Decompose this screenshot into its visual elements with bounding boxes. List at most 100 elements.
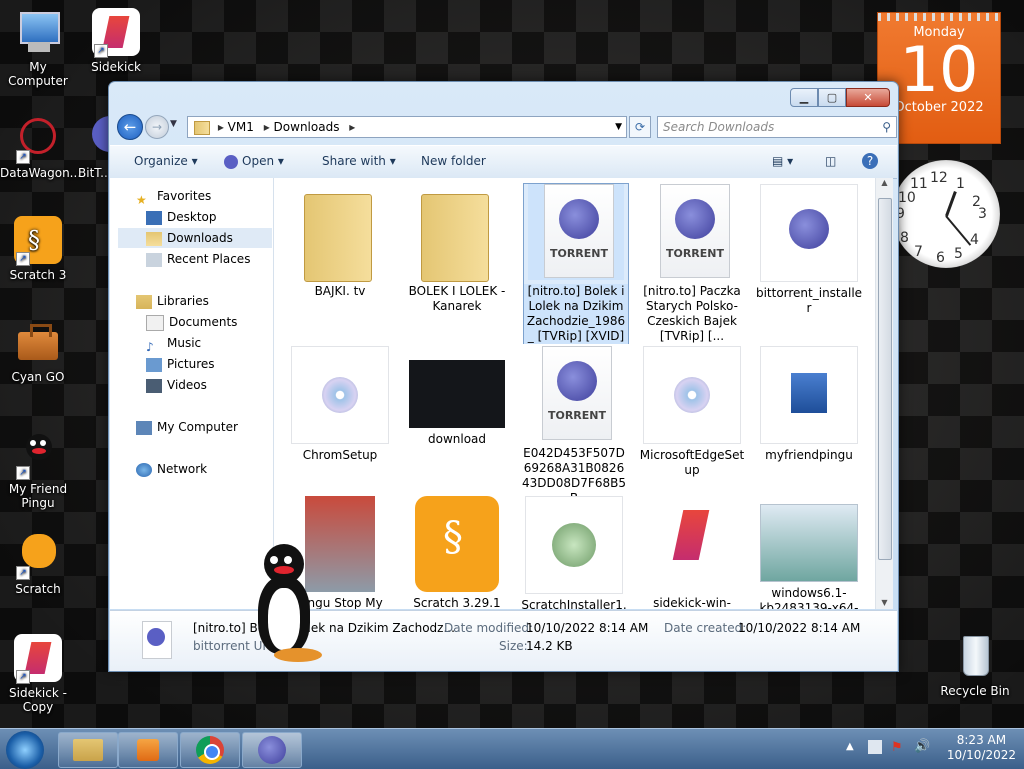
- nav-documents[interactable]: Documents: [146, 312, 237, 332]
- system-clock[interactable]: 8:23 AM 10/10/2022: [947, 733, 1016, 763]
- videos-icon: [146, 378, 162, 393]
- volume-icon[interactable]: 🔊: [914, 739, 930, 754]
- file-item[interactable]: myfriendpingu: [755, 346, 863, 463]
- file-item[interactable]: § Scratch 3.29.1 Setup: [403, 496, 511, 609]
- taskbar-chrome[interactable]: [180, 732, 240, 768]
- desktop-icon-sidekick[interactable]: ↗ Sidekick: [78, 8, 154, 74]
- desktop-icon-recycle-bin[interactable]: Recycle Bin: [937, 632, 1013, 698]
- pictures-icon: [146, 357, 162, 372]
- nav-network[interactable]: Network: [136, 459, 207, 479]
- vertical-scrollbar[interactable]: ▲ ▼: [875, 178, 893, 609]
- nav-videos[interactable]: Videos: [146, 375, 207, 395]
- new-folder-button[interactable]: New folder: [421, 154, 486, 168]
- show-hidden-icons-icon[interactable]: ▲: [846, 741, 854, 752]
- maximize-button[interactable]: ▢: [818, 88, 846, 107]
- navigation-bar: ← → ▼ ▸ VM1 ▸ Downloads ▸ ▼ ⟳ Search Dow…: [117, 114, 897, 140]
- sidekick-icon: ↗: [92, 8, 140, 58]
- explorer-window: ▁ ▢ ✕ ← → ▼ ▸ VM1 ▸ Downloads ▸ ▼ ⟳ Sear…: [108, 81, 899, 672]
- desktop-icon-bittorrent[interactable]: BitT...: [78, 114, 108, 180]
- libraries-icon: [136, 294, 152, 309]
- desktop-icon-cyan-go[interactable]: Cyan GO: [0, 318, 76, 384]
- desktop-icon-scratch-3[interactable]: § ↗ Scratch 3: [0, 216, 76, 282]
- folder-icon: [409, 184, 505, 282]
- nav-recent-places[interactable]: Recent Places: [146, 249, 250, 269]
- star-icon: ★: [136, 192, 147, 207]
- file-item[interactable]: ScratchInstaller1.4: [520, 496, 628, 609]
- search-box[interactable]: Search Downloads ⚲: [657, 116, 897, 138]
- desktop-icon-datawagon[interactable]: ↗ DataWagon...: [0, 114, 81, 180]
- taskbar-explorer[interactable]: [58, 732, 118, 768]
- taskbar-media-player[interactable]: [118, 732, 178, 768]
- scratch-cat-icon: ↗: [14, 530, 62, 580]
- chrome-icon: [196, 736, 224, 764]
- network-icon: [136, 462, 152, 477]
- scroll-thumb[interactable]: [878, 198, 892, 560]
- address-bar[interactable]: ▸ VM1 ▸ Downloads ▸ ▼: [187, 116, 627, 138]
- breadcrumb-vm1[interactable]: VM1: [228, 120, 254, 134]
- computer-icon: [14, 8, 62, 56]
- taskbar-bittorrent[interactable]: [242, 732, 302, 768]
- file-item[interactable]: MicrosoftEdgeSetup: [638, 346, 746, 478]
- file-item[interactable]: sidekick-win-release-x64-104.20.3...: [638, 496, 746, 609]
- file-item[interactable]: TORRENT [nitro.to] Paczka Starych Polsko…: [638, 184, 746, 344]
- sidekick-installer-icon: [644, 496, 740, 592]
- desktop-icon-my-friend-pingu[interactable]: ↗ My Friend Pingu: [0, 430, 76, 510]
- folder-icon: [194, 120, 210, 135]
- organize-button[interactable]: Organize ▾: [134, 154, 198, 168]
- start-button[interactable]: [6, 731, 44, 769]
- setup-program-icon: [760, 346, 858, 444]
- nav-downloads[interactable]: Downloads: [118, 228, 272, 248]
- nav-music[interactable]: ♪ Music: [146, 333, 201, 354]
- clock-numeral: 10: [898, 190, 916, 206]
- desktop-icon-scratch[interactable]: ↗ Scratch: [0, 530, 76, 596]
- open-button[interactable]: Open ▾: [224, 154, 284, 169]
- search-icon[interactable]: ⚲: [882, 117, 891, 137]
- file-item[interactable]: bittorrent_installer: [755, 184, 863, 316]
- help-icon[interactable]: ?: [862, 153, 878, 169]
- desktop-icon: [146, 210, 162, 225]
- desktop-icon-my-computer[interactable]: My Computer: [0, 8, 76, 88]
- address-dropdown-icon[interactable]: ▼: [615, 117, 622, 137]
- file-item-selected[interactable]: TORRENT [nitro.to] Bolek i Lolek na Dzik…: [523, 183, 629, 344]
- nav-libraries[interactable]: Libraries: [136, 291, 209, 311]
- nav-my-computer[interactable]: My Computer: [136, 417, 238, 437]
- file-item[interactable]: windows6.1-kb2483139-x64-ab-bh...: [755, 496, 863, 609]
- details-created-label: Date created:: [664, 621, 747, 635]
- file-item[interactable]: TORRENT E042D453F507D69268A31B082643DD08…: [520, 346, 628, 506]
- navigation-pane: ★ Favorites Desktop Downloads Recent Plac…: [110, 178, 274, 609]
- scroll-up-icon[interactable]: ▲: [876, 178, 893, 187]
- file-item[interactable]: BAJKI. tv: [286, 184, 394, 299]
- action-center-flag-icon[interactable]: ⚑: [891, 740, 903, 755]
- nav-favorites[interactable]: ★ Favorites: [136, 186, 211, 207]
- share-with-button[interactable]: Share with ▾: [322, 154, 396, 168]
- music-icon: ♪: [146, 339, 154, 354]
- file-item[interactable]: BOLEK I LOLEK - Kanarek: [403, 184, 511, 314]
- breadcrumb-downloads[interactable]: Downloads: [274, 120, 340, 134]
- pingu-character[interactable]: [254, 544, 326, 666]
- bittorrent-icon: [78, 114, 108, 162]
- details-pane: [nitro.to] Bolek i Lolek na Dzikim Zacho…: [110, 610, 897, 671]
- refresh-button[interactable]: ⟳: [629, 116, 651, 138]
- file-item[interactable]: ChromSetup: [286, 346, 394, 463]
- scroll-down-icon[interactable]: ▼: [876, 598, 893, 607]
- nav-desktop[interactable]: Desktop: [146, 207, 217, 227]
- bittorrent-installer-icon: [760, 184, 858, 282]
- update-package-icon: [760, 504, 858, 582]
- forward-button[interactable]: →: [145, 115, 169, 139]
- network-tray-icon[interactable]: [868, 740, 882, 754]
- folder-icon: [292, 184, 388, 282]
- breadcrumb-chevron-icon: ▸: [217, 120, 228, 134]
- nav-pictures[interactable]: Pictures: [146, 354, 215, 374]
- preview-pane-icon[interactable]: ◫: [825, 154, 836, 168]
- breadcrumb-chevron-icon: ▸: [349, 120, 356, 134]
- taskbar: ▲ ⚑ 🔊 8:23 AM 10/10/2022: [0, 728, 1024, 769]
- recycle-bin-icon: [951, 632, 999, 680]
- minimize-button[interactable]: ▁: [790, 88, 818, 107]
- close-button[interactable]: ✕: [846, 88, 890, 107]
- torrent-file-icon: TORRENT: [526, 346, 622, 442]
- recent-pages-dropdown[interactable]: ▼: [170, 119, 177, 129]
- desktop-icon-sidekick-copy[interactable]: ↗ Sidekick - Copy: [0, 634, 76, 714]
- change-view-icon[interactable]: ▤ ▾: [772, 154, 793, 168]
- back-button[interactable]: ←: [117, 114, 143, 140]
- file-item[interactable]: download: [403, 346, 511, 447]
